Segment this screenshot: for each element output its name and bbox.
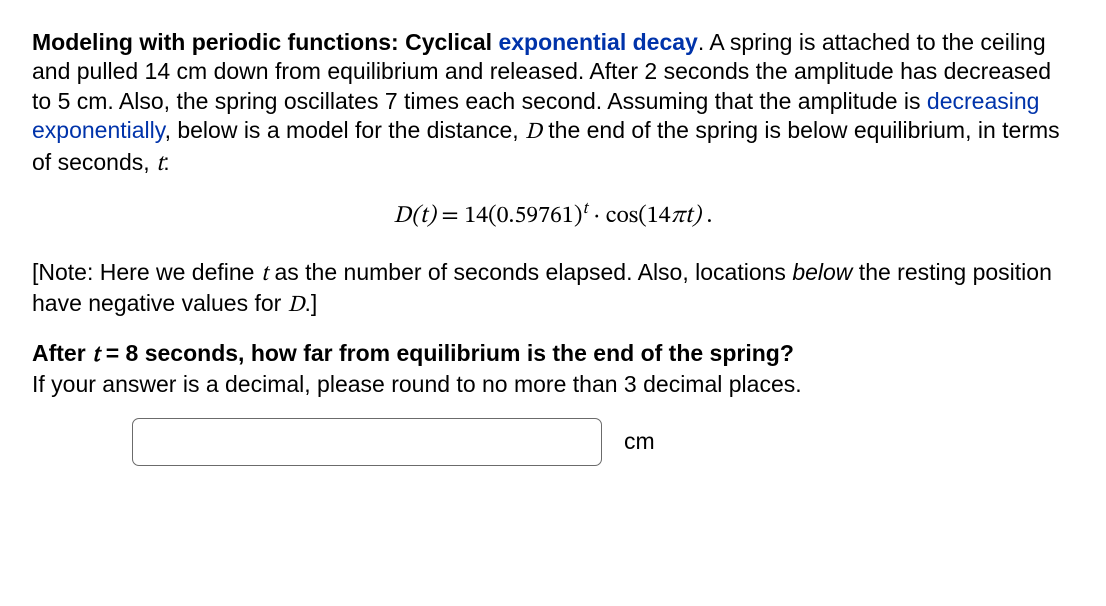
eq-equals: =	[436, 204, 465, 228]
problem-intro: Modeling with periodic functions: Cyclic…	[32, 28, 1074, 179]
q-b1: After	[32, 340, 92, 366]
eq-pi: π	[671, 204, 685, 228]
intro-body-2a: , below is a model for the distance,	[165, 117, 526, 143]
eq-mid: · cos(14	[588, 204, 671, 228]
note-open: [Note: Here we define	[32, 259, 261, 285]
eq-lhs: D(t)	[394, 204, 436, 228]
note-var-t: t	[261, 263, 268, 286]
eq-end: .	[701, 204, 713, 228]
q-eq: = 8	[99, 340, 138, 366]
question-paragraph: After t = 8 seconds, how far from equili…	[32, 339, 1074, 400]
note-mid: as the number of seconds elapsed. Also, …	[268, 259, 792, 285]
eq-arg-tail: t)	[685, 204, 701, 228]
q-b2: seconds, how far from equilibrium is the…	[138, 340, 794, 366]
note-below: below	[792, 259, 852, 285]
intro-lead: Modeling with periodic functions: Cyclic…	[32, 29, 498, 55]
intro-body-2c: :	[163, 149, 169, 175]
note-close: .]	[305, 290, 318, 316]
note-paragraph: [Note: Here we define t as the number of…	[32, 258, 1074, 321]
eq-coeff: 14(0.59761)	[464, 204, 582, 228]
answer-input[interactable]	[132, 418, 602, 466]
var-D: D	[525, 121, 542, 144]
model-equation: D(t) = 14(0.59761)t · cos(14πt) .	[32, 201, 1074, 232]
answer-row: cm	[32, 418, 1074, 466]
note-var-D: D	[288, 294, 305, 317]
link-exponential-decay[interactable]: exponential decay	[498, 29, 697, 55]
q-line2: If your answer is a decimal, please roun…	[32, 371, 802, 397]
answer-unit: cm	[624, 427, 655, 456]
